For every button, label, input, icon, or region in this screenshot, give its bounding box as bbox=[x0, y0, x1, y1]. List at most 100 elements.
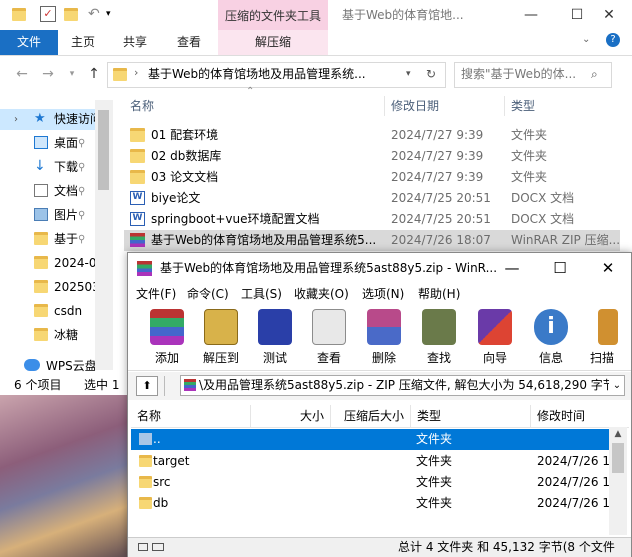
column-divider[interactable] bbox=[504, 96, 505, 116]
column-header-date[interactable]: 修改日期 bbox=[391, 96, 439, 116]
archive-row[interactable]: target 文件夹 2024/7/26 18 bbox=[131, 451, 618, 472]
file-row[interactable]: W biye论文 2024/7/25 20:51 DOCX 文档 bbox=[124, 188, 620, 209]
file-row[interactable]: 01 配套环境 2024/7/27 9:39 文件夹 bbox=[124, 125, 620, 146]
file-type: WinRAR ZIP 压缩... bbox=[511, 233, 621, 247]
folder-icon bbox=[139, 476, 152, 488]
properties-icon[interactable]: ✓ bbox=[40, 6, 56, 22]
test-button[interactable]: 测试 bbox=[250, 307, 300, 367]
scrollbar-thumb[interactable] bbox=[98, 110, 109, 190]
menu-commands[interactable]: 命令(C) bbox=[187, 284, 229, 304]
path-dropdown-icon[interactable]: ⌄ bbox=[609, 376, 624, 395]
archive-list-scrollbar[interactable]: ▲ bbox=[609, 427, 627, 535]
nav-item-documents[interactable]: 文档 ⚲ bbox=[0, 181, 95, 202]
archive-path-field[interactable]: \及用品管理系统5ast88y5.zip - ZIP 压缩文件, 解包大小为 5… bbox=[180, 375, 625, 396]
search-icon[interactable]: ⌕ bbox=[591, 63, 598, 85]
nav-item-downloads[interactable]: ↓ 下载 ⚲ bbox=[0, 157, 95, 178]
breadcrumb[interactable]: 基于Web的体育馆场地及用品管理系统... bbox=[148, 63, 366, 85]
archive-path: \及用品管理系统5ast88y5.zip - ZIP 压缩文件, 解包大小为 5… bbox=[199, 378, 615, 392]
add-button[interactable]: 添加 bbox=[142, 307, 192, 367]
minimize-button[interactable]: — bbox=[508, 0, 554, 30]
maximize-button[interactable]: ☐ bbox=[537, 253, 583, 284]
archive-row[interactable]: src 文件夹 2024/7/26 18 bbox=[131, 472, 618, 493]
back-arrow-icon[interactable]: ← bbox=[12, 64, 32, 84]
scroll-up-icon[interactable]: ▲ bbox=[609, 427, 627, 441]
undo-icon[interactable]: ↶ bbox=[88, 6, 104, 22]
find-button[interactable]: 查找 bbox=[414, 307, 464, 367]
file-type: DOCX 文档 bbox=[511, 191, 575, 205]
nav-item-pictures[interactable]: 图片 ⚲ bbox=[0, 205, 95, 226]
refresh-icon[interactable]: ↻ bbox=[426, 63, 436, 85]
column-header-type[interactable]: 类型 bbox=[411, 405, 531, 427]
expand-chevron-icon[interactable]: › bbox=[14, 109, 18, 130]
nav-item-folder[interactable]: 冰糖 bbox=[0, 325, 95, 346]
parent-folder-icon bbox=[139, 433, 152, 445]
address-bar[interactable]: › 基于Web的体育馆场地及用品管理系统... ▾ ↻ bbox=[107, 62, 446, 88]
tab-share[interactable]: 共享 bbox=[110, 30, 160, 55]
nav-label: 冰糖 bbox=[54, 328, 79, 342]
help-icon[interactable]: ? bbox=[606, 33, 620, 47]
column-header-packed[interactable]: 压缩后大小 bbox=[331, 405, 411, 427]
menu-help[interactable]: 帮助(H) bbox=[418, 284, 460, 304]
extract-to-icon bbox=[204, 309, 238, 345]
archive-row-selected[interactable]: .. 文件夹 bbox=[131, 429, 609, 450]
nav-item-folder[interactable]: 基于 ⚲ bbox=[0, 229, 95, 250]
forward-arrow-icon[interactable]: → bbox=[38, 64, 58, 84]
menu-favorites[interactable]: 收藏夹(O) bbox=[294, 284, 349, 304]
menu-file[interactable]: 文件(F) bbox=[136, 284, 176, 304]
context-tab-strip: 解压缩 bbox=[218, 30, 328, 55]
nav-item-desktop[interactable]: 桌面 ⚲ bbox=[0, 133, 95, 154]
drive-icon[interactable] bbox=[138, 543, 148, 551]
file-row[interactable]: 02 db数据库 2024/7/27 9:39 文件夹 bbox=[124, 146, 620, 167]
tool-label: 解压到 bbox=[202, 351, 239, 365]
up-folder-button[interactable]: ⬆ bbox=[136, 376, 158, 396]
nav-item-folder[interactable]: 2024-0 bbox=[0, 253, 95, 274]
column-header-name[interactable]: 名称 bbox=[130, 96, 154, 116]
view-button[interactable]: 查看 bbox=[304, 307, 354, 367]
delete-button[interactable]: 删除 bbox=[359, 307, 409, 367]
file-row-selected[interactable]: 基于Web的体育馆场地及用品管理系统5... 2024/7/26 18:07 W… bbox=[124, 230, 620, 251]
archive-row[interactable]: db 文件夹 2024/7/26 18 bbox=[131, 493, 618, 514]
scan-button[interactable]: 扫描 bbox=[580, 307, 630, 367]
customize-chevron-icon[interactable]: ▾ bbox=[106, 6, 122, 22]
tab-home[interactable]: 主页 bbox=[58, 30, 108, 55]
nav-pane-scrollbar[interactable] bbox=[95, 100, 113, 370]
chevron-down-icon[interactable]: ⌄ bbox=[582, 34, 590, 45]
info-button[interactable]: i 信息 bbox=[526, 307, 576, 367]
up-arrow-icon[interactable]: ↑ bbox=[84, 64, 104, 84]
window-title: 基于Web的体育馆地... bbox=[342, 8, 464, 22]
column-header-modified[interactable]: 修改时间 bbox=[531, 405, 629, 427]
file-row[interactable]: W springboot+vue环境配置文档 2024/7/25 20:51 D… bbox=[124, 209, 620, 230]
close-button[interactable]: ✕ bbox=[586, 0, 632, 30]
nav-item-wps-cloud[interactable]: WPS云盘 bbox=[0, 356, 95, 377]
docx-icon: W bbox=[130, 191, 145, 205]
scrollbar-thumb[interactable] bbox=[612, 443, 624, 473]
menu-options[interactable]: 选项(N) bbox=[362, 284, 404, 304]
column-header-type[interactable]: 类型 bbox=[511, 96, 535, 116]
file-row[interactable]: 03 论文文档 2024/7/27 9:39 文件夹 bbox=[124, 167, 620, 188]
tab-file[interactable]: 文件 bbox=[0, 30, 58, 55]
address-dropdown-icon[interactable]: ▾ bbox=[406, 63, 411, 85]
minimize-button[interactable]: — bbox=[489, 253, 535, 284]
column-divider[interactable] bbox=[384, 96, 385, 116]
nav-item-folder[interactable]: csdn bbox=[0, 301, 95, 322]
extract-to-button[interactable]: 解压到 bbox=[196, 307, 246, 367]
column-header-name[interactable]: 名称 bbox=[131, 405, 251, 427]
archive-entry-type: 文件夹 bbox=[416, 475, 453, 489]
download-icon: ↓ bbox=[34, 158, 46, 174]
key-icon[interactable] bbox=[152, 543, 164, 551]
tab-extract[interactable]: 解压缩 bbox=[218, 30, 328, 55]
tool-label: 查看 bbox=[316, 351, 341, 365]
archive-entry-type: 文件夹 bbox=[416, 432, 453, 446]
close-button[interactable]: ✕ bbox=[585, 253, 631, 284]
recent-chevron-icon[interactable]: ▾ bbox=[62, 64, 82, 84]
new-folder-icon[interactable] bbox=[64, 6, 80, 22]
menu-tools[interactable]: 工具(S) bbox=[241, 284, 282, 304]
column-header-size[interactable]: 大小 bbox=[251, 405, 331, 427]
tab-view[interactable]: 查看 bbox=[164, 30, 214, 55]
rar-icon bbox=[130, 233, 145, 247]
nav-item-folder[interactable]: 202503 bbox=[0, 277, 95, 298]
explorer-status-bar: 6 个项目 选中 1 bbox=[0, 375, 130, 395]
search-input[interactable]: 搜索"基于Web的体... ⌕ bbox=[454, 62, 612, 88]
nav-item-quick-access[interactable]: › ★ 快速访问 bbox=[0, 109, 95, 130]
wizard-button[interactable]: 向导 bbox=[470, 307, 520, 367]
